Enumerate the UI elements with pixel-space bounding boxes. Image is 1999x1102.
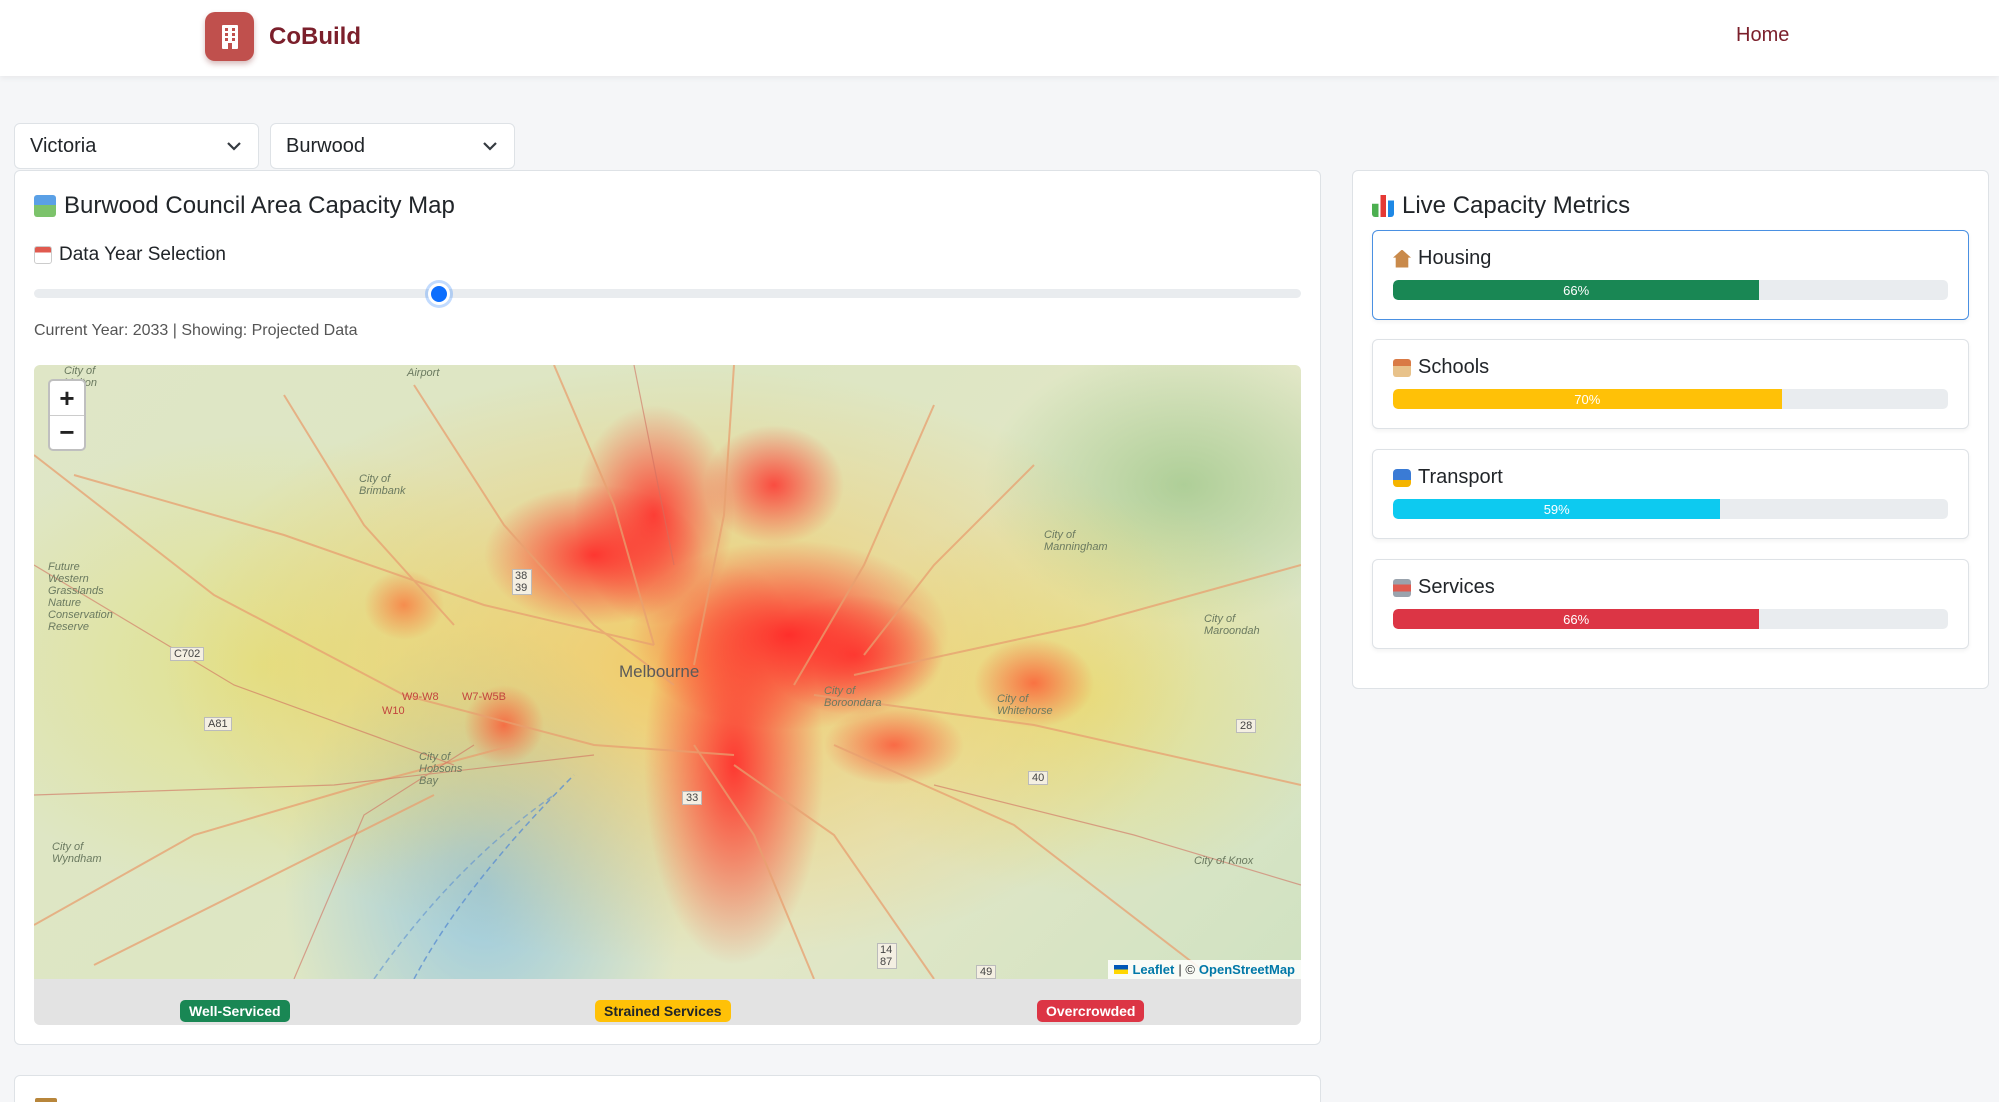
year-selection-text: Data Year Selection <box>59 244 226 265</box>
state-select[interactable]: Victoria <box>14 123 259 169</box>
metric-services-value: 66% <box>1563 611 1590 627</box>
school-icon <box>1393 358 1411 377</box>
leaflet-link[interactable]: Leaflet <box>1132 962 1174 977</box>
metric-housing-value: 66% <box>1563 282 1590 298</box>
capacity-legend: Well-Serviced Strained Services Overcrow… <box>34 979 1301 1025</box>
metric-transport-value: 59% <box>1543 501 1570 517</box>
brand-name: CoBuild <box>269 22 361 50</box>
metric-services-text: Services <box>1418 576 1495 598</box>
metrics-card-title: Live Capacity Metrics <box>1372 192 1630 220</box>
calendar-icon <box>34 246 52 264</box>
map-city-label: Melbourne <box>619 662 700 681</box>
legend-overcrowded: Overcrowded <box>1037 1000 1145 1022</box>
map-place-label: City of Manningham <box>1044 529 1108 554</box>
chevron-down-icon <box>227 142 241 151</box>
zoom-control: + − <box>48 379 86 451</box>
road-shield: 28 <box>1236 719 1257 734</box>
map-place-label: City of Boroondara <box>824 685 882 710</box>
metric-housing-label: Housing <box>1393 247 1491 270</box>
metrics-card-title-text: Live Capacity Metrics <box>1402 192 1631 219</box>
metric-transport-bar: 59% <box>1393 499 1948 519</box>
metric-transport-fill: 59% <box>1393 499 1721 519</box>
navbar: CoBuild Home <box>0 0 1999 76</box>
attribution-separator: | © <box>1178 962 1195 977</box>
road-shield: 33 <box>682 791 703 806</box>
map-place-label: Airport <box>407 367 440 379</box>
metric-housing[interactable]: Housing 66% <box>1372 230 1969 320</box>
map-icon <box>34 195 56 217</box>
road-label: W7-W5B <box>462 691 506 703</box>
metric-transport[interactable]: Transport 59% <box>1372 449 1969 539</box>
road-label: W10 <box>382 705 405 717</box>
map-place-label: City of Whitehorse <box>997 693 1053 718</box>
metric-services-label: Services <box>1393 576 1495 599</box>
road-shield: 40 <box>1028 771 1049 786</box>
metric-schools-label: Schools <box>1393 356 1489 379</box>
next-card <box>14 1075 1321 1102</box>
map-card-title: Burwood Council Area Capacity Map <box>34 192 455 220</box>
building-icon <box>205 12 254 61</box>
next-card-icon <box>35 1098 57 1102</box>
nav-home-link[interactable]: Home <box>1736 24 1789 47</box>
capacity-heatmap[interactable]: Melbourne Airport City of Brimbank Futur… <box>34 365 1301 979</box>
metric-schools[interactable]: Schools 70% <box>1372 339 1969 429</box>
map-attribution: Leaflet | © OpenStreetMap <box>1108 960 1301 979</box>
road-shield: 14 87 <box>877 943 897 970</box>
map-place-label: City of Maroondah <box>1204 613 1260 638</box>
bus-icon <box>1393 468 1411 487</box>
chevron-down-icon <box>483 142 497 151</box>
map-place-label: Future Western Grasslands Nature Conserv… <box>48 561 113 634</box>
metric-schools-fill: 70% <box>1393 389 1782 409</box>
metric-housing-bar: 66% <box>1393 280 1948 300</box>
council-select[interactable]: Burwood <box>270 123 515 169</box>
brand[interactable]: CoBuild <box>205 12 361 61</box>
metric-housing-fill: 66% <box>1393 280 1760 300</box>
zoom-out-button[interactable]: − <box>50 415 84 449</box>
metric-transport-label: Transport <box>1393 466 1503 489</box>
map-place-label: City of Brimbank <box>359 473 406 498</box>
map-place-label: City of Knox <box>1194 855 1254 867</box>
metric-services-fill: 66% <box>1393 609 1760 629</box>
map-place-label: City of Hobsons Bay <box>419 751 463 788</box>
metric-services-bar: 66% <box>1393 609 1948 629</box>
house-icon <box>1393 249 1411 268</box>
road-shield: C702 <box>170 647 205 662</box>
openstreetmap-link[interactable]: OpenStreetMap <box>1199 962 1295 977</box>
council-select-value: Burwood <box>286 135 365 157</box>
metric-services[interactable]: Services 66% <box>1372 559 1969 649</box>
legend-strained-services: Strained Services <box>595 1000 731 1022</box>
metric-housing-text: Housing <box>1418 247 1492 269</box>
bar-chart-icon <box>1372 195 1394 217</box>
state-select-value: Victoria <box>30 135 97 157</box>
road-shield: 38 39 <box>512 569 532 596</box>
metric-schools-value: 70% <box>1574 391 1601 407</box>
road-label: W9-W8 <box>402 691 439 703</box>
road-shield: 49 <box>976 965 997 979</box>
map-place-label: City of Wyndham <box>52 841 102 866</box>
year-status: Current Year: 2033 | Showing: Projected … <box>34 322 358 339</box>
ukraine-flag-icon <box>1114 965 1129 974</box>
map-card-title-text: Burwood Council Area Capacity Map <box>64 192 455 219</box>
metric-transport-text: Transport <box>1418 466 1503 488</box>
legend-well-serviced: Well-Serviced <box>180 1000 290 1022</box>
metric-schools-text: Schools <box>1418 356 1490 378</box>
road-shield: A81 <box>204 717 232 732</box>
year-selection-label: Data Year Selection <box>34 244 226 266</box>
year-slider-track[interactable] <box>34 289 1301 298</box>
hospital-icon <box>1393 578 1411 597</box>
zoom-in-button[interactable]: + <box>50 381 84 415</box>
metric-schools-bar: 70% <box>1393 389 1948 409</box>
